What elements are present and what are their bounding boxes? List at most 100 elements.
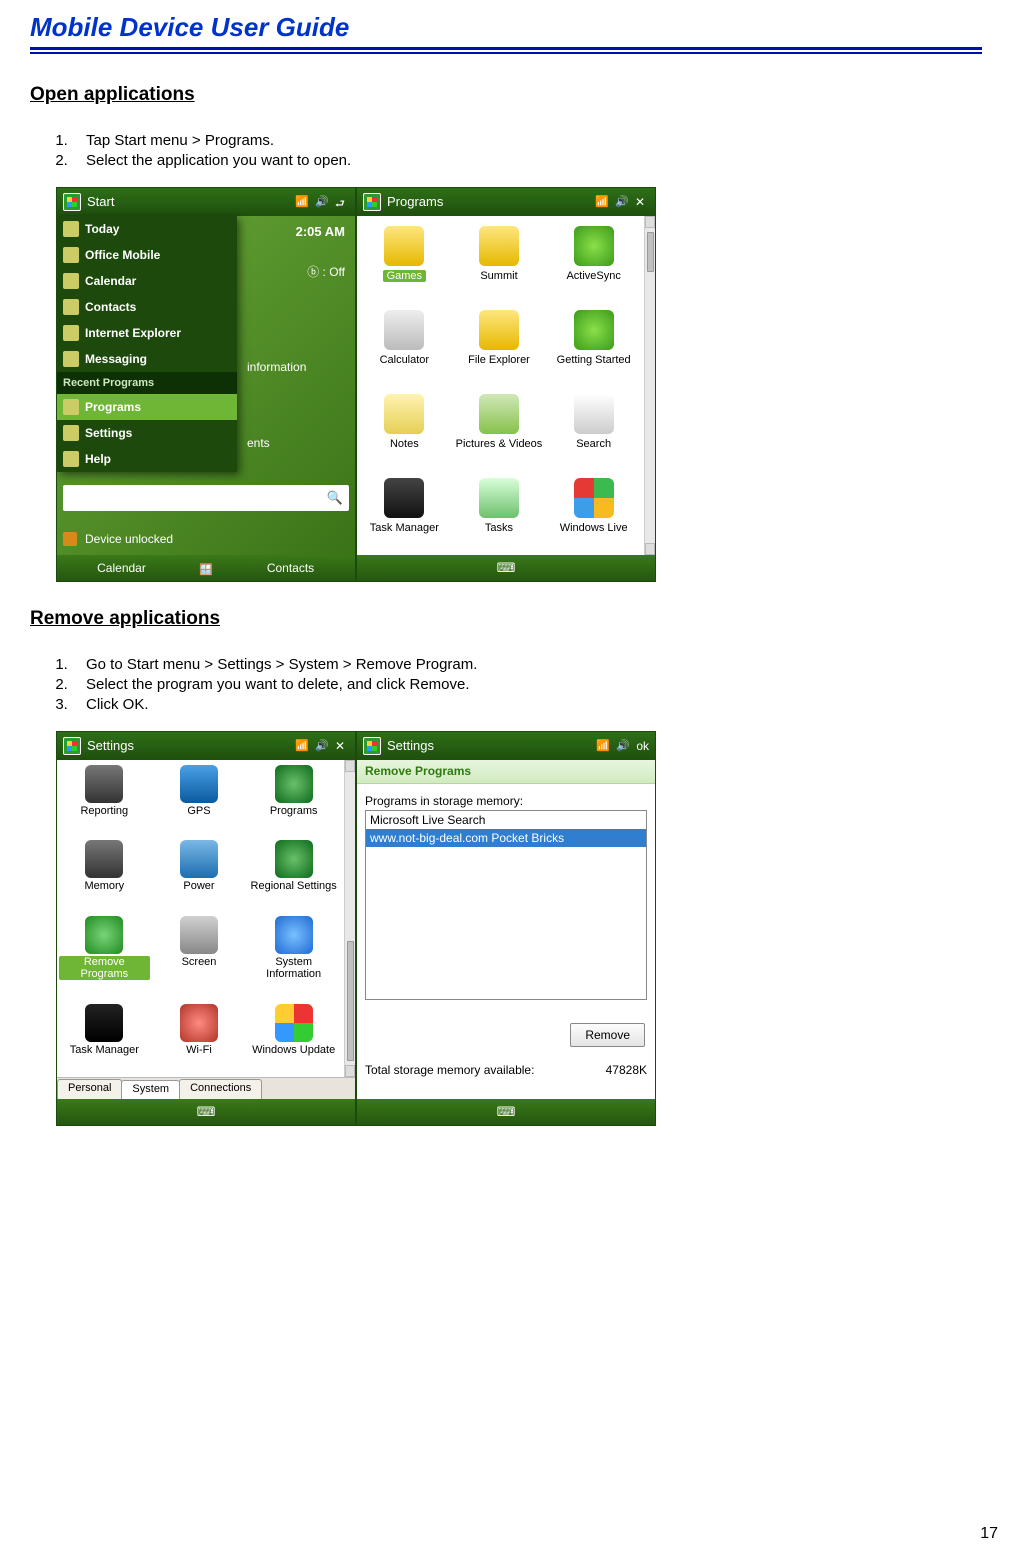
- menu-item-office[interactable]: Office Mobile: [57, 242, 237, 268]
- scroll-up-icon[interactable]: [645, 216, 655, 228]
- ok-button[interactable]: ok: [636, 739, 649, 753]
- section-heading-remove: Remove applications: [30, 608, 982, 630]
- page-number: 17: [980, 1525, 998, 1543]
- titlebar-text: Settings: [87, 738, 134, 753]
- menu-item-messaging[interactable]: Messaging: [57, 346, 237, 372]
- volume-icon: [315, 195, 329, 209]
- settings-item[interactable]: Screen: [152, 913, 247, 1001]
- remove-step-3: Click OK.: [72, 696, 982, 713]
- app-label: Notes: [390, 438, 419, 450]
- scroll-thumb[interactable]: [647, 232, 654, 272]
- menu-item-contacts[interactable]: Contacts: [57, 294, 237, 320]
- settings-item[interactable]: Programs: [246, 762, 341, 838]
- signal-icon: [596, 739, 610, 753]
- titlebar: Start: [57, 188, 355, 216]
- contacts-icon: [63, 299, 79, 315]
- tray-icon[interactable]: [186, 562, 226, 574]
- app-icon: [574, 394, 614, 434]
- scroll-down-icon[interactable]: [345, 1065, 355, 1077]
- softkey-left[interactable]: Calendar: [57, 561, 186, 575]
- settings-item[interactable]: Windows Update: [246, 1001, 341, 1077]
- list-item[interactable]: www.not-big-deal.com Pocket Bricks: [366, 829, 646, 847]
- program-item[interactable]: Calculator: [357, 306, 452, 386]
- settings-label: Remove Programs: [59, 956, 150, 980]
- programs-listbox[interactable]: Microsoft Live Searchwww.not-big-deal.co…: [365, 810, 647, 1000]
- settings-item[interactable]: GPS: [152, 762, 247, 838]
- app-icon: [479, 310, 519, 350]
- tab-connections[interactable]: Connections: [179, 1079, 262, 1099]
- remove-button[interactable]: Remove: [570, 1023, 645, 1047]
- close-icon[interactable]: [635, 195, 649, 209]
- app-icon: [574, 226, 614, 266]
- app-icon: [479, 394, 519, 434]
- keyboard-icon[interactable]: [486, 1104, 526, 1120]
- program-item[interactable]: Getting Started: [546, 306, 641, 386]
- help-icon: [63, 451, 79, 467]
- list-item[interactable]: Microsoft Live Search: [366, 811, 646, 829]
- settings-item[interactable]: Remove Programs: [57, 913, 152, 1001]
- menu-item-programs[interactable]: Programs: [57, 394, 237, 420]
- scrollbar-vertical[interactable]: [644, 216, 655, 555]
- scroll-thumb[interactable]: [347, 941, 354, 1061]
- app-icon: [574, 478, 614, 518]
- settings-tabbar: Personal System Connections: [57, 1077, 355, 1099]
- settings-label: Regional Settings: [251, 880, 337, 892]
- program-item[interactable]: Summit: [452, 222, 547, 302]
- divider-thick: [30, 47, 982, 50]
- program-item[interactable]: File Explorer: [452, 306, 547, 386]
- app-label: Task Manager: [370, 522, 439, 534]
- program-item[interactable]: ActiveSync: [546, 222, 641, 302]
- windows-flag-icon[interactable]: [63, 737, 81, 755]
- menu-item-settings[interactable]: Settings: [57, 420, 237, 446]
- program-item[interactable]: Windows Live: [546, 474, 641, 554]
- app-icon: [384, 226, 424, 266]
- doc-title: Mobile Device User Guide: [30, 10, 982, 47]
- menu-item-calendar[interactable]: Calendar: [57, 268, 237, 294]
- breadcrumb: Remove Programs: [357, 760, 655, 784]
- menu-item-today[interactable]: Today: [57, 216, 237, 242]
- settings-item[interactable]: Reporting: [57, 762, 152, 838]
- windows-flag-icon[interactable]: [63, 193, 81, 211]
- app-label: Windows Live: [560, 522, 628, 534]
- program-item[interactable]: Search: [546, 390, 641, 470]
- screenshot-remove-programs: Settings ok Remove Programs Programs in …: [356, 731, 656, 1126]
- tab-personal[interactable]: Personal: [57, 1079, 122, 1099]
- titlebar-text: Settings: [387, 738, 434, 753]
- divider-thin: [30, 52, 982, 54]
- settings-icon: [275, 1004, 313, 1042]
- settings-item[interactable]: Power: [152, 837, 247, 913]
- menu-item-ie[interactable]: Internet Explorer: [57, 320, 237, 346]
- settings-item[interactable]: Regional Settings: [246, 837, 341, 913]
- settings-item[interactable]: System Information: [246, 913, 341, 1001]
- settings-item[interactable]: Wi-Fi: [152, 1001, 247, 1077]
- search-input[interactable]: [63, 485, 349, 511]
- ie-icon: [63, 325, 79, 341]
- program-item[interactable]: Task Manager: [357, 474, 452, 554]
- scroll-up-icon[interactable]: [345, 760, 355, 772]
- close-icon[interactable]: [335, 739, 349, 753]
- program-item[interactable]: Pictures & Videos: [452, 390, 547, 470]
- settings-icon: [275, 765, 313, 803]
- app-label: Summit: [480, 270, 517, 282]
- menu-item-help[interactable]: Help: [57, 446, 237, 472]
- app-label: Pictures & Videos: [456, 438, 543, 450]
- keyboard-icon[interactable]: [186, 1104, 226, 1120]
- app-label: ActiveSync: [566, 270, 620, 282]
- keyboard-icon[interactable]: [486, 560, 526, 576]
- program-item[interactable]: Notes: [357, 390, 452, 470]
- section-heading-open: Open applications: [30, 84, 982, 106]
- settings-label: Task Manager: [70, 1044, 139, 1056]
- settings-icon: [180, 840, 218, 878]
- softkey-right[interactable]: Contacts: [226, 561, 355, 575]
- app-icon: [384, 478, 424, 518]
- tab-system[interactable]: System: [121, 1080, 180, 1100]
- scroll-down-icon[interactable]: [645, 543, 655, 555]
- settings-item[interactable]: Memory: [57, 837, 152, 913]
- program-item[interactable]: Tasks: [452, 474, 547, 554]
- settings-icon: [275, 840, 313, 878]
- windows-flag-icon[interactable]: [363, 193, 381, 211]
- program-item[interactable]: Games: [357, 222, 452, 302]
- scrollbar-vertical[interactable]: [344, 760, 355, 1077]
- windows-flag-icon[interactable]: [363, 737, 381, 755]
- settings-item[interactable]: Task Manager: [57, 1001, 152, 1077]
